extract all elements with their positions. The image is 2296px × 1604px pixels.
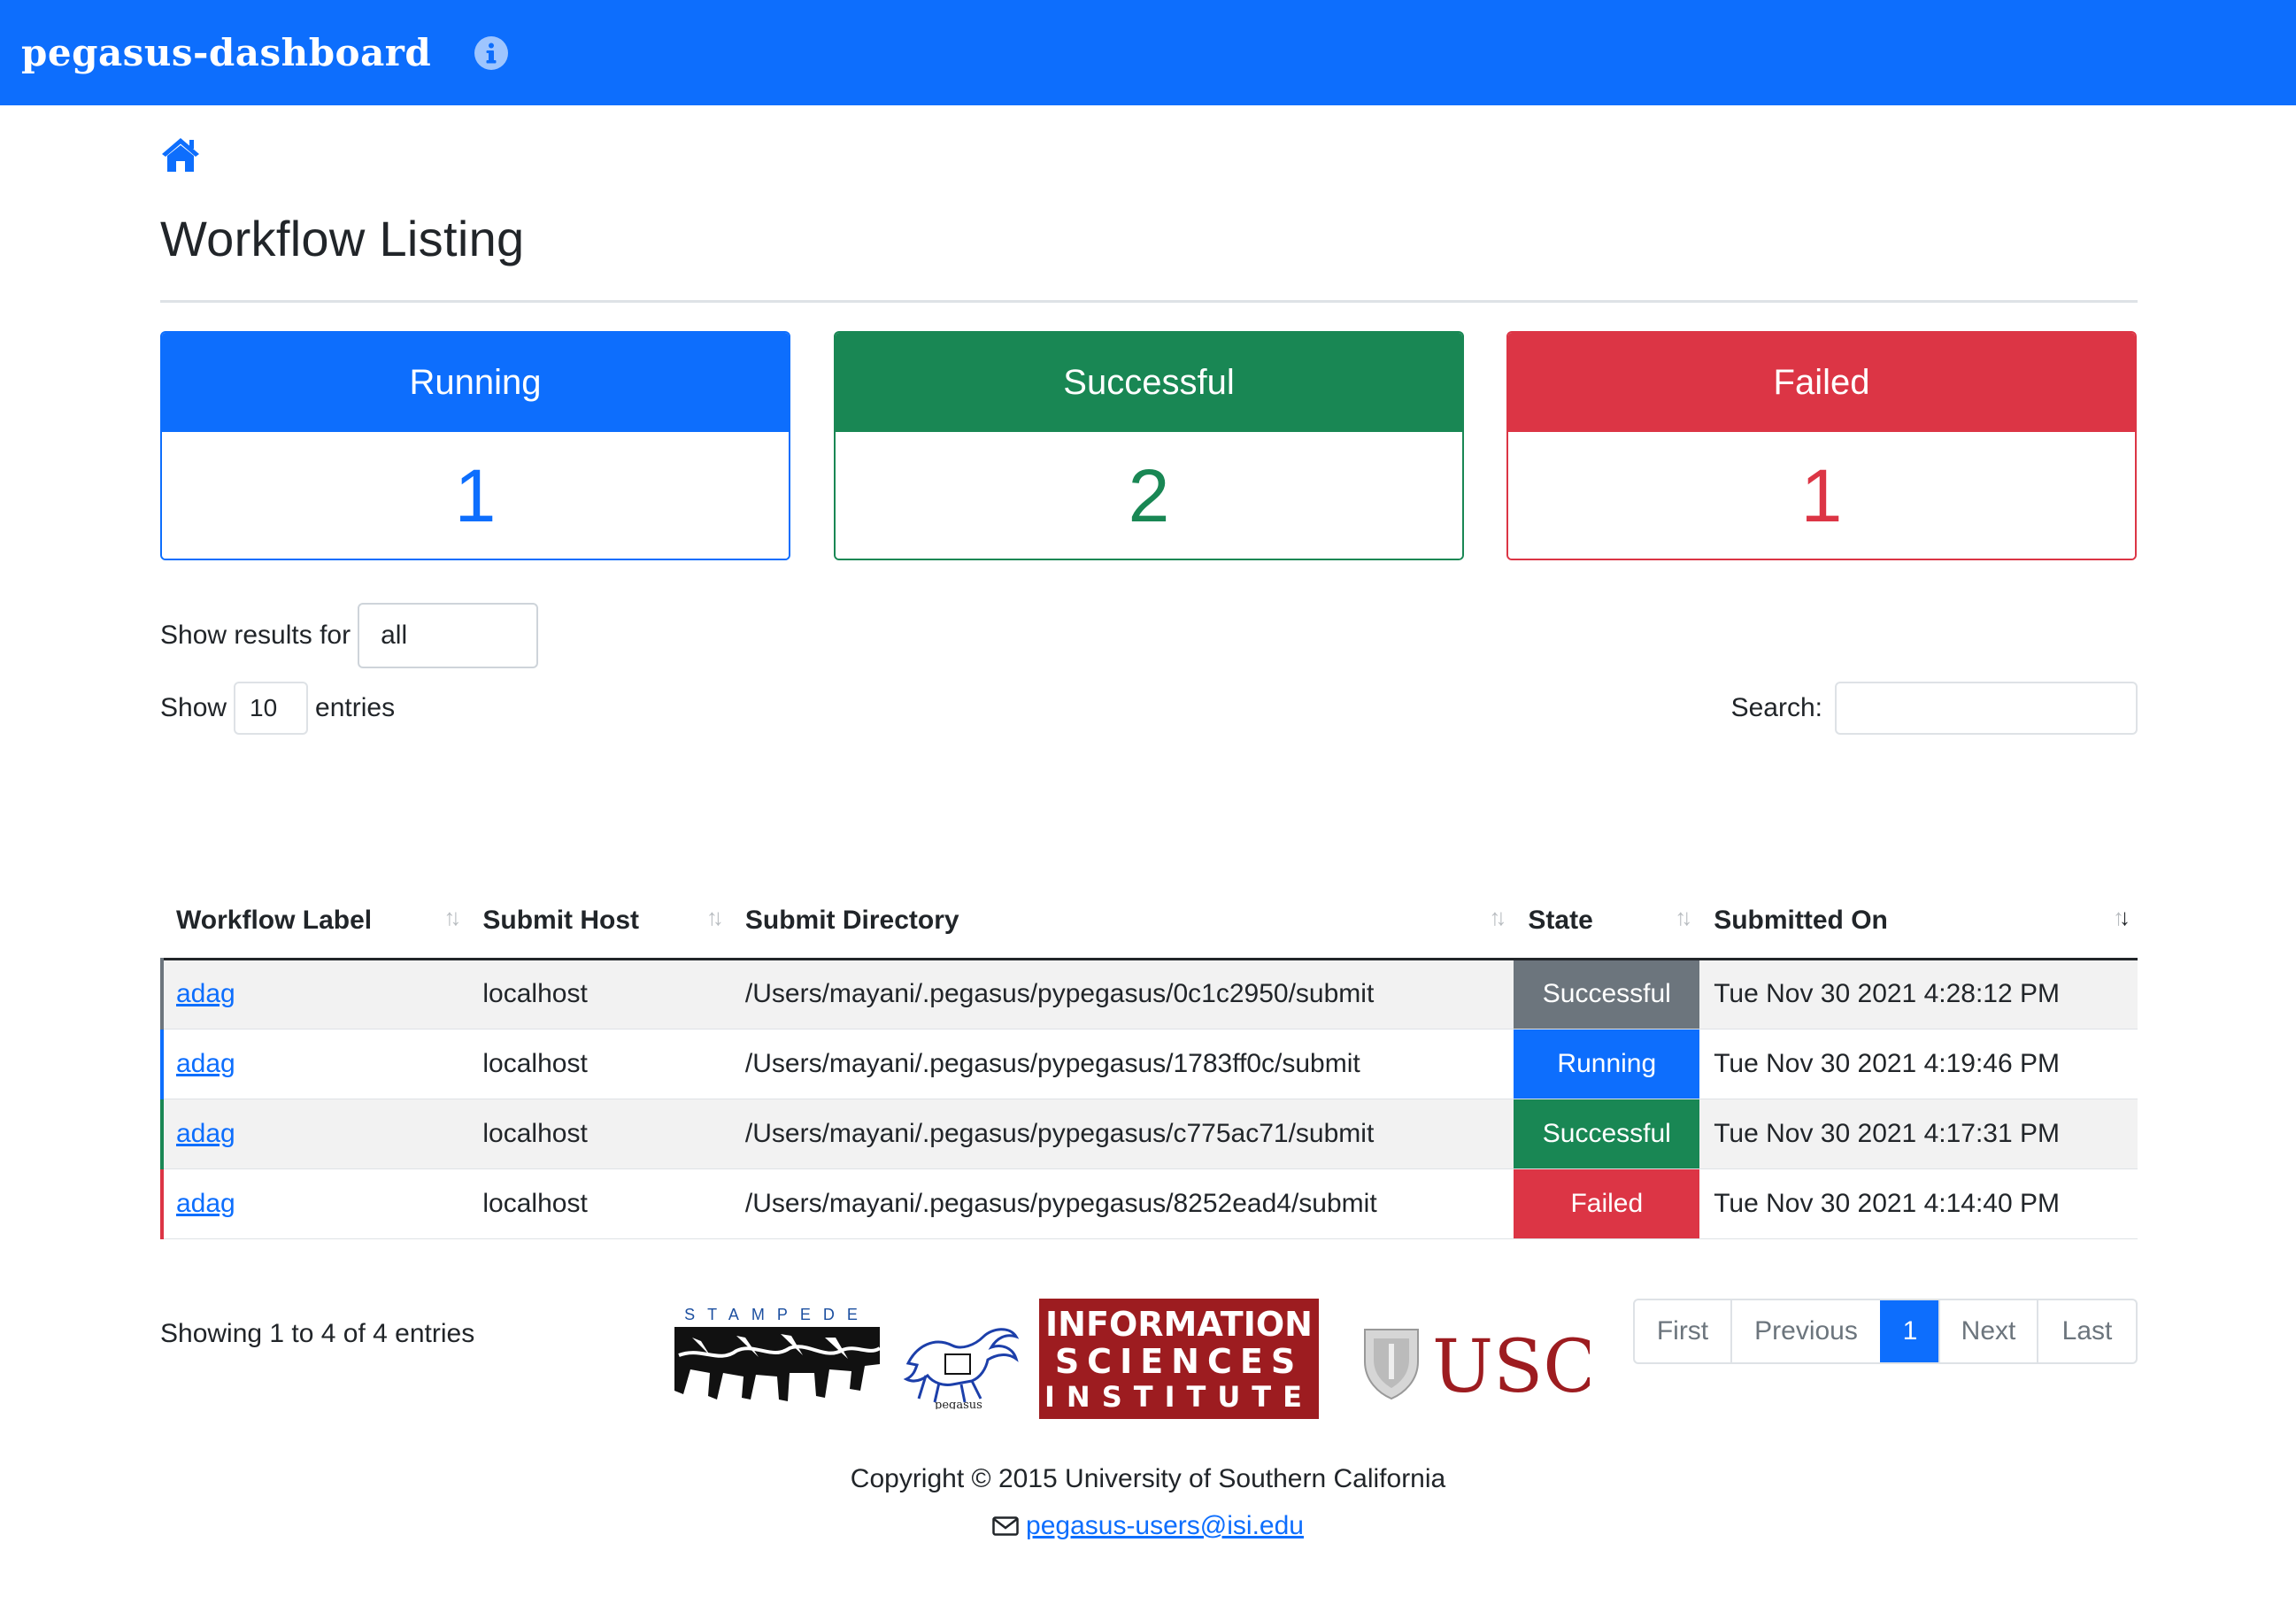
time-filter: Show results for all	[160, 602, 539, 669]
workflow-label-cell: adag	[159, 959, 469, 1029]
copyright-text: Copyright © 2015 University of Southern …	[850, 1464, 1446, 1493]
pagination-last[interactable]: Last	[2037, 1300, 2136, 1362]
state-badge: Running	[1514, 1029, 1700, 1099]
time-filter-select[interactable]: all	[358, 603, 539, 668]
submit-directory-cell: /Users/mayani/.pegasus/pypegasus/1783ff0…	[730, 1029, 1514, 1099]
submit-host-cell: localhost	[468, 1029, 731, 1099]
search-label: Search:	[1730, 693, 1822, 722]
column-header-submit-directory[interactable]: Submit Directory ↑↓	[730, 884, 1514, 960]
state-badge: Successful	[1514, 959, 1700, 1029]
workflow-label-cell: adag	[159, 1099, 469, 1169]
page-length-prefix: Show	[160, 693, 227, 722]
table-row: adag localhost /Users/mayani/.pegasus/py…	[159, 1099, 2138, 1169]
pagination-page-1[interactable]: 1	[1880, 1300, 1938, 1362]
title-divider	[160, 300, 2138, 303]
state-badge: Failed	[1514, 1168, 1700, 1239]
info-circle-icon[interactable]	[474, 35, 509, 71]
failed-card[interactable]: Failed 1	[1506, 331, 2137, 560]
sort-desc-icon: ↑↓	[2113, 904, 2130, 930]
failed-card-count: 1	[1508, 432, 2135, 559]
stampede-logo[interactable]: STAMPEDE	[674, 1302, 880, 1412]
brand-link[interactable]: pegasus-dashboard	[21, 31, 431, 74]
successful-card[interactable]: Successful 2	[834, 331, 1464, 560]
search-control: Search:	[1731, 682, 2138, 735]
successful-card-label: Successful	[836, 333, 1462, 432]
pegasus-logo-text: pegasus	[935, 1399, 982, 1409]
table-row: adag localhost /Users/mayani/.pegasus/py…	[159, 1029, 2138, 1099]
submit-host-cell: localhost	[468, 1168, 731, 1239]
sort-arrows-icon: ↑↓	[1675, 904, 1692, 930]
page-length-select[interactable]: 10	[234, 682, 309, 735]
isi-logo-line-2: SCIENCES	[1055, 1342, 1303, 1381]
pagination-previous[interactable]: Previous	[1730, 1300, 1880, 1362]
page-title: Workflow Listing	[160, 211, 525, 266]
running-card[interactable]: Running 1	[160, 331, 790, 560]
pagination-next[interactable]: Next	[1938, 1300, 2037, 1362]
submit-host-cell: localhost	[468, 1099, 731, 1169]
submitted-on-cell: Tue Nov 30 2021 4:17:31 PM	[1699, 1099, 2138, 1169]
submit-host-cell: localhost	[468, 959, 731, 1029]
workflow-label-cell: adag	[159, 1029, 469, 1099]
summary-cards: Running 1 Successful 2 Failed 1	[160, 331, 2138, 562]
column-header-state[interactable]: State ↑↓	[1514, 884, 1700, 960]
submitted-on-cell: Tue Nov 30 2021 4:28:12 PM	[1699, 959, 2138, 1029]
failed-card-label: Failed	[1508, 333, 2135, 432]
workflow-link[interactable]: adag	[176, 1189, 235, 1218]
workflow-link[interactable]: adag	[176, 1049, 235, 1078]
page-length-control: Show 10 entries	[160, 682, 395, 735]
submit-directory-cell: /Users/mayani/.pegasus/pypegasus/c775ac7…	[730, 1099, 1514, 1169]
submit-directory-cell: /Users/mayani/.pegasus/pypegasus/0c1c295…	[730, 959, 1514, 1029]
submitted-on-cell: Tue Nov 30 2021 4:14:40 PM	[1699, 1168, 2138, 1239]
top-navbar: pegasus-dashboard	[0, 0, 2296, 105]
table-header-row: Workflow Label ↑↓ Submit Host ↑↓ Submit Di…	[162, 884, 2138, 960]
pegasus-logo[interactable]: pegasus	[899, 1310, 1023, 1409]
page-length-suffix: entries	[315, 693, 396, 722]
time-filter-label: Show results for	[160, 621, 351, 650]
sort-arrows-icon: ↑↓	[705, 904, 724, 930]
submit-directory-cell: /Users/mayani/.pegasus/pypegasus/8252ead…	[730, 1168, 1514, 1239]
sort-arrows-icon: ↑↓	[443, 904, 461, 930]
isi-logo[interactable]: INFORMATION SCIENCES INSTITUTE	[1039, 1299, 1319, 1419]
table-row: adag localhost /Users/mayani/.pegasus/py…	[159, 959, 2138, 1029]
submitted-on-cell: Tue Nov 30 2021 4:19:46 PM	[1699, 1029, 2138, 1099]
column-header-submitted-on[interactable]: Submitted On ↑↓	[1699, 884, 2138, 960]
pagination-first[interactable]: First	[1635, 1300, 1730, 1362]
envelope-icon	[992, 1516, 1019, 1536]
column-header-workflow-label[interactable]: Workflow Label ↑↓	[162, 884, 469, 960]
successful-card-count: 2	[836, 432, 1462, 559]
isi-logo-line-1: INFORMATION	[1045, 1305, 1313, 1344]
workflow-link[interactable]: adag	[176, 1119, 235, 1148]
isi-logo-line-3: INSTITUTE	[1044, 1380, 1314, 1414]
workflow-link[interactable]: adag	[176, 979, 235, 1008]
pagination: First Previous 1 Next Last	[1633, 1299, 2138, 1364]
sort-arrows-icon: ↑↓	[1489, 904, 1506, 930]
usc-logo[interactable]: USC	[1360, 1319, 1590, 1404]
table-info: Showing 1 to 4 of 4 entries	[160, 1319, 475, 1348]
workflow-table: Workflow Label ↑↓ Submit Host ↑↓ Submit Di…	[159, 884, 2138, 1239]
running-card-label: Running	[162, 333, 789, 432]
home-icon[interactable]	[160, 136, 201, 174]
contact-line: pegasus-users@isi.edu	[0, 1511, 2296, 1541]
state-badge: Successful	[1514, 1099, 1700, 1169]
usc-logo-text: USC	[1432, 1325, 1590, 1404]
stampede-logo-text: STAMPEDE	[684, 1306, 870, 1323]
column-header-submit-host[interactable]: Submit Host ↑↓	[468, 884, 731, 960]
workflow-label-cell: adag	[159, 1168, 469, 1239]
contact-email-link[interactable]: pegasus-users@isi.edu	[1026, 1511, 1304, 1540]
search-input[interactable]	[1835, 682, 2138, 735]
table-row: adag localhost /Users/mayani/.pegasus/py…	[159, 1168, 2138, 1239]
running-card-count: 1	[162, 432, 789, 559]
